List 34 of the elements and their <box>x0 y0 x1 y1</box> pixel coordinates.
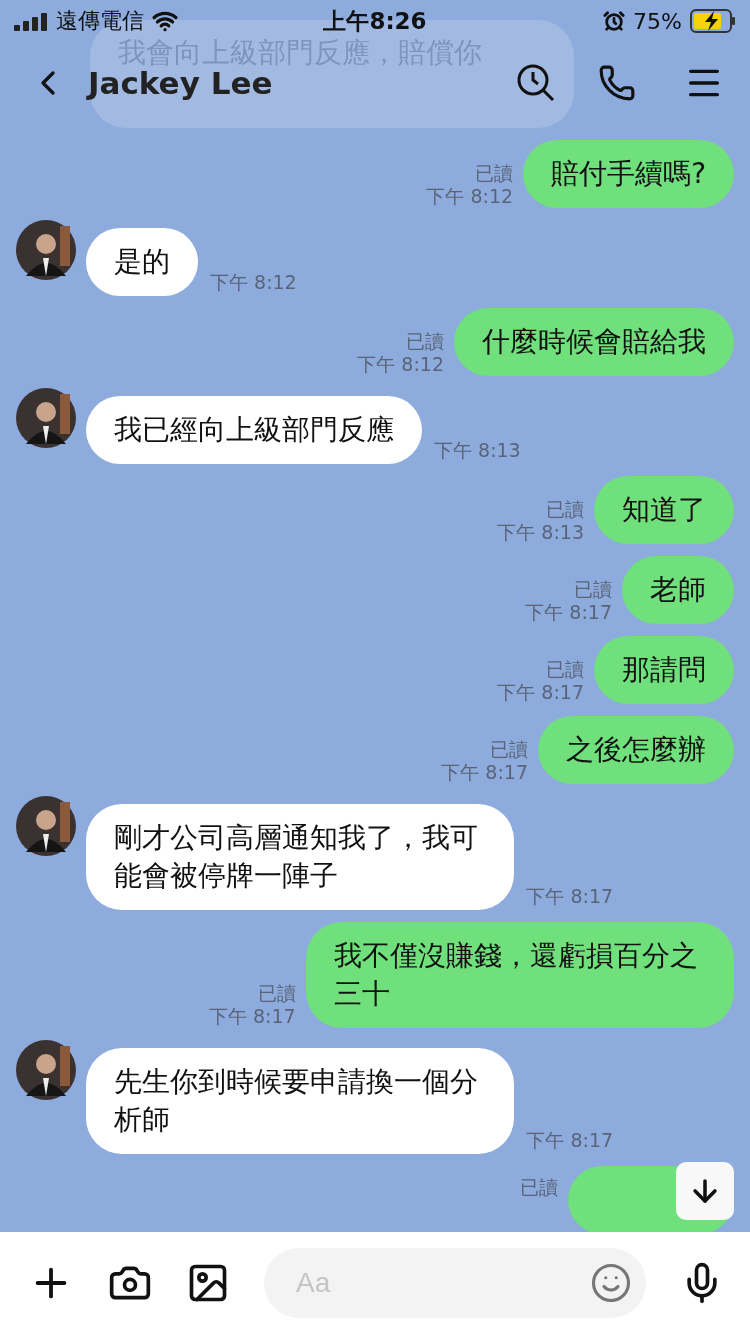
read-receipt: 已讀 <box>546 658 584 681</box>
message-time: 下午 8:13 <box>434 438 521 463</box>
message-time: 下午 8:17 <box>526 1128 614 1153</box>
message-time: 下午 8:12 <box>210 270 297 295</box>
message-bubble: 是的 <box>86 228 198 296</box>
message-bubble: 先生你到時候要申請換一個分析師 <box>86 1048 515 1154</box>
message-time: 下午 8:17 <box>525 601 612 624</box>
read-receipt: 已讀 <box>406 330 444 353</box>
chat-title: Jackey Lee <box>88 65 273 101</box>
read-receipt: 已讀 <box>520 1176 558 1199</box>
message-time: 下午 8:12 <box>426 185 514 208</box>
message-bubble: 我已經向上級部門反應 <box>86 396 422 464</box>
read-receipt: 已讀 <box>574 578 612 601</box>
message-time: 下午 8:17 <box>441 761 528 784</box>
read-receipt: 已讀 <box>475 162 514 185</box>
message-bubble: 我不僅沒賺錢，還虧損百分之三十 <box>305 922 734 1028</box>
battery-percent: 75% <box>633 8 682 34</box>
read-receipt: 已讀 <box>546 498 584 521</box>
read-receipt: 已讀 <box>490 738 528 761</box>
message-time: 下午 8:12 <box>357 353 444 376</box>
message-bubble: 老師 <box>622 556 734 624</box>
carrier-name: 遠傳電信 <box>56 7 144 35</box>
message-time: 下午 8:13 <box>497 521 584 544</box>
read-receipt: 已讀 <box>257 982 296 1005</box>
message-time: 下午 8:17 <box>208 1005 296 1028</box>
message-bubble: 之後怎麼辦 <box>538 716 734 784</box>
message-time: 下午 8:17 <box>526 884 614 909</box>
message-bubble: 那請問 <box>594 636 734 704</box>
status-time: 上午8:26 <box>323 6 427 36</box>
message-bubble: 剛才公司高層通知我了，我可能會被停牌一陣子 <box>86 804 515 910</box>
message-bubble: 賠付手續嗎? <box>523 140 734 208</box>
message-time: 下午 8:17 <box>497 681 584 704</box>
message-bubble: 什麼時候會賠給我 <box>454 308 734 376</box>
message-bubble: 知道了 <box>594 476 734 544</box>
